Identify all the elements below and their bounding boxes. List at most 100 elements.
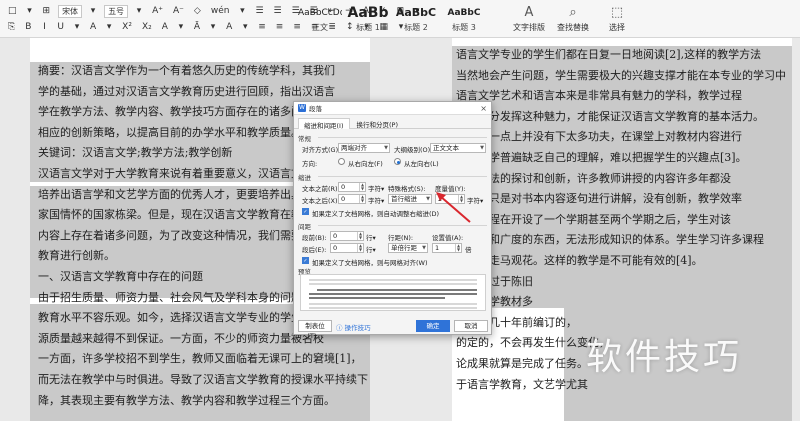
text-layout-icon: A bbox=[524, 5, 534, 20]
auto-right-indent-checkbox[interactable]: ✓ bbox=[302, 208, 309, 215]
select-icon: ⬚ bbox=[610, 5, 624, 20]
space-after-input[interactable]: 0 ▲ ▼ bbox=[330, 243, 364, 253]
tabs-button[interactable]: 制表位(T)... bbox=[298, 320, 332, 340]
ribbon-tool-12[interactable]: ☰ bbox=[253, 5, 265, 17]
chevron-down-icon: ▼ bbox=[384, 145, 388, 151]
dialog-title-bar: W 段落 × bbox=[294, 102, 491, 115]
ribbon-format-3[interactable]: U bbox=[55, 21, 66, 33]
tab-line-page-breaks[interactable]: 换行和分页(P) bbox=[352, 118, 404, 129]
close-icon[interactable]: × bbox=[480, 104, 487, 113]
ribbon-tool-13[interactable]: ☰ bbox=[272, 5, 284, 17]
section-indent: 缩进 bbox=[298, 174, 311, 182]
ribbon-tool-8[interactable]: A⁻ bbox=[171, 5, 186, 17]
text-line: 当然地会产生问题，学生需要极大的兴趣支撑才能在本专业的学习中 bbox=[456, 68, 786, 82]
spinner-icon[interactable]: ▲ ▼ bbox=[357, 244, 363, 252]
ribbon-tool-4[interactable]: ▾ bbox=[88, 5, 98, 17]
text-line: 培养出语言学和文艺学方面的优秀人才，更要培养出具有民 bbox=[38, 187, 324, 201]
magnifier-icon: ⌕ bbox=[569, 5, 577, 20]
text-line: 内容上存在着诸多问题，为了改变这种情况，我们需要对汉 bbox=[38, 228, 324, 242]
measure-input[interactable]: 2 ▲ ▼ bbox=[435, 194, 465, 204]
ribbon-format-2[interactable]: I bbox=[39, 21, 49, 33]
ribbon-format-12[interactable]: ▾ bbox=[208, 21, 218, 33]
text-line: 有的课程在开设了一个学期甚至两个学期之后，学生对该 bbox=[456, 212, 731, 226]
ribbon-format-11[interactable]: Ā bbox=[192, 21, 202, 33]
special-format-select[interactable]: 首行缩进 ▼ bbox=[388, 194, 432, 204]
ribbon-format-15[interactable]: ≡ bbox=[256, 21, 268, 33]
ribbon-tool-1[interactable]: ▾ bbox=[25, 5, 35, 17]
ribbon-tool-7[interactable]: A⁺ bbox=[150, 5, 165, 17]
ribbon-format-0[interactable]: ⎘ bbox=[6, 21, 17, 33]
style-gallery: AaBbCcDd 正文 AaBb 标题 1 AaBbC 标题 2 AaBbC 标… bbox=[298, 3, 486, 35]
paragraph-dialog: W 段落 × 缩进和间距(I) 换行和分页(P) 常规 对齐方式(G): 两端对… bbox=[293, 101, 492, 340]
indent-after-input[interactable]: 0 ▲ ▼ bbox=[338, 194, 366, 204]
text-layout-button[interactable]: A 文字排版 bbox=[512, 4, 546, 33]
text-line: 语言文学专业的学生们都在日复一日地阅读[2],这样的教学方法 bbox=[456, 48, 762, 61]
ribbon-format-14[interactable]: ▾ bbox=[240, 21, 250, 33]
ribbon-toolbar: □ ▾ ⊞ 宋体 ▾ 五号 ▾ A⁺ A⁻ ◇ wén ▾ ☰ ☰ ☰ ☰ ⇤ ⇥ A ✓ ⊞ ▾ ⎘ B I U ▾ A ▾ X² X₂… bbox=[0, 0, 800, 38]
cancel-button[interactable]: 取消 bbox=[454, 320, 488, 332]
style-heading-2[interactable]: AaBbC 标题 2 bbox=[394, 3, 438, 35]
alignment-select[interactable]: 两端对齐 ▼ bbox=[338, 143, 390, 153]
radio-ltr[interactable] bbox=[394, 158, 401, 165]
spinner-icon[interactable]: ▲ ▼ bbox=[455, 244, 461, 252]
ribbon-tool-9[interactable]: ◇ bbox=[192, 5, 203, 17]
ribbon-tool-11[interactable]: ▾ bbox=[237, 5, 247, 17]
text-line: 而无法在教学中与时俱进。导致了汉语言文学教育的授课水平持续下 bbox=[38, 373, 368, 386]
ribbon-tool-10[interactable]: wén bbox=[209, 5, 232, 17]
tab-indent-spacing[interactable]: 缩进和间距(I) bbox=[298, 118, 350, 130]
style-heading-1[interactable]: AaBb 标题 1 bbox=[346, 3, 390, 35]
chevron-down-icon: ▼ bbox=[426, 196, 430, 202]
outline-level-select[interactable]: 正文文本 ▼ bbox=[430, 143, 486, 153]
ribbon-format-5[interactable]: A bbox=[88, 21, 98, 33]
ribbon-format-6[interactable]: ▾ bbox=[104, 21, 114, 33]
space-before-input[interactable]: 0 ▲ ▼ bbox=[330, 231, 364, 241]
spinner-icon[interactable]: ▲ ▼ bbox=[359, 183, 365, 191]
ribbon-format-4[interactable]: ▾ bbox=[72, 21, 82, 33]
dialog-tabs: 缩进和间距(I) 换行和分页(P) bbox=[294, 115, 491, 130]
ribbon-tool-3[interactable]: 宋体 bbox=[58, 4, 83, 18]
style-body[interactable]: AaBbCcDd 正文 bbox=[298, 3, 342, 35]
ribbon-format-9[interactable]: A bbox=[160, 21, 170, 33]
ribbon-format-10[interactable]: ▾ bbox=[176, 21, 186, 33]
indent-before-input[interactable]: 0 ▲ ▼ bbox=[338, 182, 366, 192]
spinner-icon[interactable]: ▲ ▼ bbox=[458, 195, 464, 203]
text-line: 摘要：汉语言文学作为一个有着悠久历史的传统学科，其我们 bbox=[38, 64, 335, 77]
text-line: 教育进行创新。 bbox=[38, 249, 115, 263]
text-line: 一方面，许多学校招不到学生，教师又面临着无课可上的窘境[1]， bbox=[38, 352, 362, 366]
text-line: 关键词：汉语言文学;教学方法;教学创新 bbox=[38, 146, 233, 160]
ribbon-tool-6[interactable]: ▾ bbox=[134, 5, 144, 17]
text-line: 降，其表现主要有教学方法、教学内容和教学过程三个方面。 bbox=[38, 393, 335, 407]
section-spacing: 间距 bbox=[298, 223, 311, 231]
ok-button[interactable]: 确定 bbox=[416, 320, 450, 332]
ribbon-tool-0[interactable]: □ bbox=[6, 5, 19, 17]
ribbon-tool-5[interactable]: 五号 bbox=[104, 4, 129, 18]
spinner-icon[interactable]: ▲ ▼ bbox=[359, 195, 365, 203]
snap-to-grid-checkbox[interactable]: ✓ bbox=[302, 257, 309, 264]
spinner-icon[interactable]: ▲ ▼ bbox=[357, 232, 363, 240]
text-line: 源质量越来越得不到保证。一方面，不少的师资力量被名校 bbox=[38, 331, 324, 345]
ribbon-tool-2[interactable]: ⊞ bbox=[41, 5, 53, 17]
tips-link[interactable]: ⓘ 操作技巧 bbox=[336, 322, 371, 332]
text-line: 学的基础，通过对汉语言文学教育历史进行回顾，指出汉语言 bbox=[38, 84, 335, 98]
set-value-input[interactable]: 1 ▲ ▼ bbox=[432, 243, 462, 253]
text-line: 变学时只是对书本内容逐句进行讲解，没有创新，教学效率 bbox=[456, 192, 742, 206]
style-heading-3[interactable]: AaBbC 标题 3 bbox=[442, 3, 486, 35]
divider bbox=[318, 225, 487, 226]
line-spacing-select[interactable]: 单倍行距 ▼ bbox=[388, 243, 428, 253]
ribbon-format-7[interactable]: X² bbox=[120, 21, 134, 33]
text-line: 教育水平不容乐观。如今，选择汉语言文学专业的学生越来 bbox=[38, 311, 324, 325]
ribbon-format-1[interactable]: B bbox=[23, 21, 33, 33]
text-line: 汉语言文学对于大学教育来说有着重要意义，汉语言文学 bbox=[38, 167, 313, 180]
text-line: 由于招生质量、师资力量、社会风气及学科本身的问题，汉 bbox=[38, 290, 324, 304]
ribbon-format-13[interactable]: A bbox=[224, 21, 234, 33]
text-line: 于语言学教育，文艺学尤其 bbox=[456, 377, 588, 391]
ribbon-format-16[interactable]: ≡ bbox=[274, 21, 286, 33]
text-line: 语言文学艺术和语言本来是非常具有魅力的学科，教学过程 bbox=[456, 89, 742, 103]
find-replace-button[interactable]: ⌕ 查找替换 bbox=[556, 4, 590, 33]
text-line: 相关部分发挥这种魅力，才能保证汉语言文学教育的基本活力。 bbox=[456, 109, 764, 123]
text-line: 语在这一点上并没有下太多功夫，在课堂上对教材内容进行 bbox=[456, 130, 742, 144]
ribbon-format-8[interactable]: X₂ bbox=[140, 21, 154, 33]
radio-rtl[interactable] bbox=[338, 158, 345, 165]
select-button[interactable]: ⬚ 选择 bbox=[600, 4, 634, 33]
chevron-down-icon: ▼ bbox=[422, 245, 426, 251]
